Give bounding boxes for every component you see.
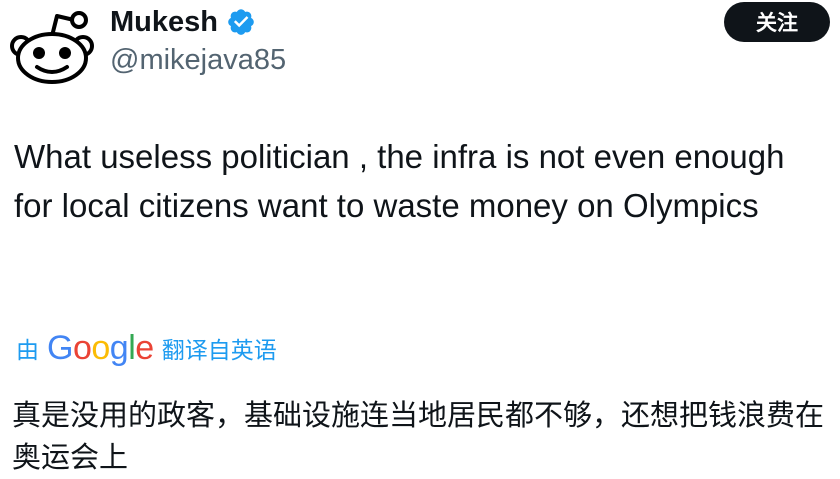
reddit-snoo-icon [10, 11, 94, 84]
translation-suffix: 翻译自英语 [161, 338, 277, 364]
avatar[interactable] [8, 6, 96, 88]
author-display-name[interactable]: Mukesh [110, 4, 218, 40]
translated-tweet-text: 真是没用的政客，基础设施连当地居民都不够，还想把钱浪费在奥运会上 [12, 398, 825, 474]
author-name-row: Mukesh [110, 2, 256, 42]
tweet-card: Mukesh @mikejava85 关注 What useless polit… [0, 0, 840, 479]
author-handle[interactable]: @mikejava85 [110, 42, 286, 78]
verified-badge-icon[interactable] [226, 7, 256, 37]
google-logo: G o o g l e [47, 329, 154, 367]
follow-button[interactable]: 关注 [724, 2, 830, 42]
translation-attribution-link[interactable]: 由 G o o g l e 翻译自英语 [16, 328, 277, 368]
tweet-text: What useless politician , the infra is n… [14, 138, 785, 224]
translation-prefix: 由 [16, 338, 39, 364]
